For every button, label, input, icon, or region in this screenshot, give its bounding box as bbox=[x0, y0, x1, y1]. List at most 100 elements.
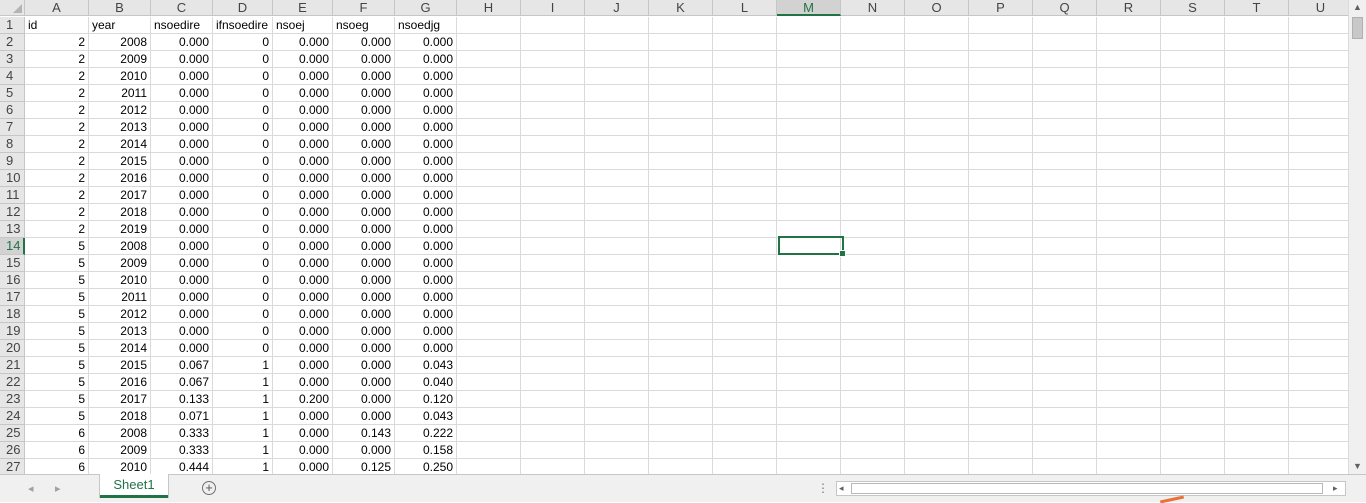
cell-p17[interactable] bbox=[969, 289, 1033, 306]
cell-f22[interactable]: 0.000 bbox=[333, 374, 395, 391]
cell-f4[interactable]: 0.000 bbox=[333, 68, 395, 85]
cell-j12[interactable] bbox=[585, 204, 649, 221]
cell-p8[interactable] bbox=[969, 136, 1033, 153]
cell-m22[interactable] bbox=[777, 374, 841, 391]
cell-c24[interactable]: 0.071 bbox=[151, 408, 213, 425]
cell-d10[interactable]: 0 bbox=[213, 170, 273, 187]
cell-n5[interactable] bbox=[841, 85, 905, 102]
cell-b24[interactable]: 2018 bbox=[89, 408, 151, 425]
cell-p11[interactable] bbox=[969, 187, 1033, 204]
cell-j17[interactable] bbox=[585, 289, 649, 306]
split-handle-icon[interactable]: ⋮ bbox=[817, 481, 829, 495]
cell-t24[interactable] bbox=[1225, 408, 1289, 425]
cell-f24[interactable]: 0.000 bbox=[333, 408, 395, 425]
cell-o11[interactable] bbox=[905, 187, 969, 204]
cell-i12[interactable] bbox=[521, 204, 585, 221]
cell-t14[interactable] bbox=[1225, 238, 1289, 255]
cell-u21[interactable] bbox=[1289, 357, 1348, 374]
cell-l23[interactable] bbox=[713, 391, 777, 408]
cell-s21[interactable] bbox=[1161, 357, 1225, 374]
cell-s25[interactable] bbox=[1161, 425, 1225, 442]
cell-p19[interactable] bbox=[969, 323, 1033, 340]
cell-e1[interactable]: nsoej bbox=[273, 17, 333, 34]
cell-n21[interactable] bbox=[841, 357, 905, 374]
cell-r12[interactable] bbox=[1097, 204, 1161, 221]
cell-e27[interactable]: 0.000 bbox=[273, 459, 333, 474]
cell-o21[interactable] bbox=[905, 357, 969, 374]
cell-t20[interactable] bbox=[1225, 340, 1289, 357]
cell-c21[interactable]: 0.067 bbox=[151, 357, 213, 374]
cell-f3[interactable]: 0.000 bbox=[333, 51, 395, 68]
cell-g16[interactable]: 0.000 bbox=[395, 272, 457, 289]
cell-i6[interactable] bbox=[521, 102, 585, 119]
cell-c11[interactable]: 0.000 bbox=[151, 187, 213, 204]
cell-e4[interactable]: 0.000 bbox=[273, 68, 333, 85]
column-header-l[interactable]: L bbox=[713, 0, 777, 16]
cell-q26[interactable] bbox=[1033, 442, 1097, 459]
cell-q25[interactable] bbox=[1033, 425, 1097, 442]
cell-h18[interactable] bbox=[457, 306, 521, 323]
cell-i23[interactable] bbox=[521, 391, 585, 408]
cell-b4[interactable]: 2010 bbox=[89, 68, 151, 85]
cell-m18[interactable] bbox=[777, 306, 841, 323]
cell-n23[interactable] bbox=[841, 391, 905, 408]
cell-o17[interactable] bbox=[905, 289, 969, 306]
cell-i10[interactable] bbox=[521, 170, 585, 187]
cell-i25[interactable] bbox=[521, 425, 585, 442]
cell-q21[interactable] bbox=[1033, 357, 1097, 374]
cell-n26[interactable] bbox=[841, 442, 905, 459]
cell-b3[interactable]: 2009 bbox=[89, 51, 151, 68]
cell-l19[interactable] bbox=[713, 323, 777, 340]
cell-l13[interactable] bbox=[713, 221, 777, 238]
cell-c22[interactable]: 0.067 bbox=[151, 374, 213, 391]
cell-b16[interactable]: 2010 bbox=[89, 272, 151, 289]
cell-r4[interactable] bbox=[1097, 68, 1161, 85]
cell-s6[interactable] bbox=[1161, 102, 1225, 119]
cell-g25[interactable]: 0.222 bbox=[395, 425, 457, 442]
cell-r19[interactable] bbox=[1097, 323, 1161, 340]
cell-c6[interactable]: 0.000 bbox=[151, 102, 213, 119]
cell-n14[interactable] bbox=[841, 238, 905, 255]
cell-q24[interactable] bbox=[1033, 408, 1097, 425]
cell-o9[interactable] bbox=[905, 153, 969, 170]
cell-a20[interactable]: 5 bbox=[25, 340, 89, 357]
cell-f21[interactable]: 0.000 bbox=[333, 357, 395, 374]
cell-c18[interactable]: 0.000 bbox=[151, 306, 213, 323]
cell-k20[interactable] bbox=[649, 340, 713, 357]
cell-e22[interactable]: 0.000 bbox=[273, 374, 333, 391]
cell-q20[interactable] bbox=[1033, 340, 1097, 357]
cell-g12[interactable]: 0.000 bbox=[395, 204, 457, 221]
cell-m19[interactable] bbox=[777, 323, 841, 340]
cell-b19[interactable]: 2013 bbox=[89, 323, 151, 340]
cell-t9[interactable] bbox=[1225, 153, 1289, 170]
cell-k22[interactable] bbox=[649, 374, 713, 391]
cell-i27[interactable] bbox=[521, 459, 585, 474]
cell-r24[interactable] bbox=[1097, 408, 1161, 425]
column-header-c[interactable]: C bbox=[151, 0, 213, 16]
cell-l7[interactable] bbox=[713, 119, 777, 136]
cell-a5[interactable]: 2 bbox=[25, 85, 89, 102]
cell-a2[interactable]: 2 bbox=[25, 34, 89, 51]
cell-c12[interactable]: 0.000 bbox=[151, 204, 213, 221]
cell-n8[interactable] bbox=[841, 136, 905, 153]
cell-s14[interactable] bbox=[1161, 238, 1225, 255]
column-header-p[interactable]: P bbox=[969, 0, 1033, 16]
cell-f5[interactable]: 0.000 bbox=[333, 85, 395, 102]
cell-g7[interactable]: 0.000 bbox=[395, 119, 457, 136]
cell-h6[interactable] bbox=[457, 102, 521, 119]
cell-h27[interactable] bbox=[457, 459, 521, 474]
cell-c14[interactable]: 0.000 bbox=[151, 238, 213, 255]
cell-i8[interactable] bbox=[521, 136, 585, 153]
select-all-corner[interactable] bbox=[0, 0, 25, 16]
cell-u16[interactable] bbox=[1289, 272, 1348, 289]
cell-q23[interactable] bbox=[1033, 391, 1097, 408]
column-header-q[interactable]: Q bbox=[1033, 0, 1097, 16]
cell-u9[interactable] bbox=[1289, 153, 1348, 170]
cell-b9[interactable]: 2015 bbox=[89, 153, 151, 170]
cell-s18[interactable] bbox=[1161, 306, 1225, 323]
column-header-f[interactable]: F bbox=[333, 0, 395, 16]
cell-r18[interactable] bbox=[1097, 306, 1161, 323]
cell-m16[interactable] bbox=[777, 272, 841, 289]
cell-r10[interactable] bbox=[1097, 170, 1161, 187]
cell-n27[interactable] bbox=[841, 459, 905, 474]
